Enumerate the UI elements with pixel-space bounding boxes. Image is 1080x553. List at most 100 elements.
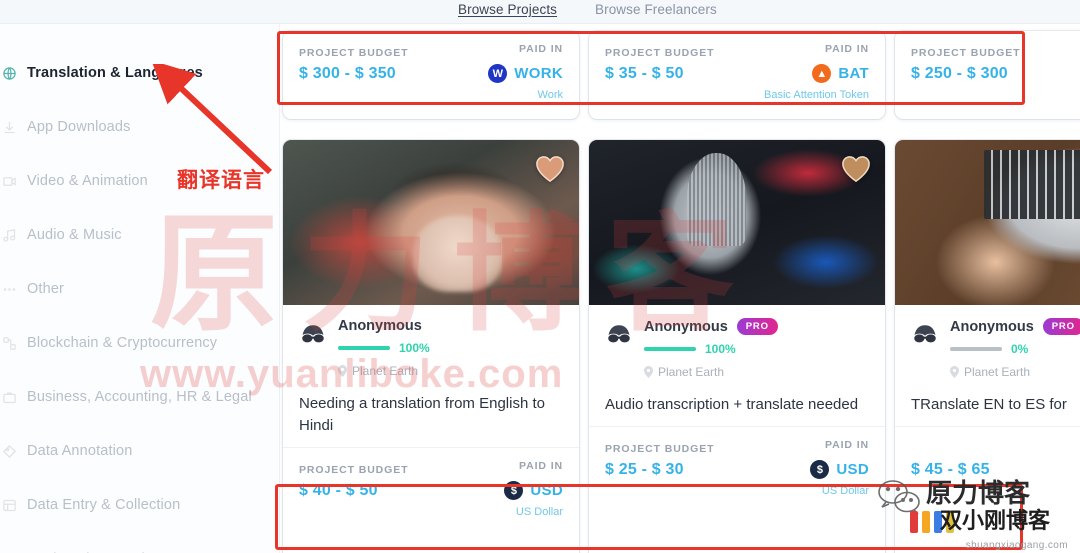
sidebar-item-data-annotation[interactable]: Data Annotation: [2, 436, 273, 466]
rating-row: 100%: [338, 341, 563, 355]
briefcase-icon: [2, 390, 17, 405]
project-card-body: Anonymous PRO 0% Planet Earth TRanslate …: [895, 305, 1080, 426]
tag-icon: [2, 444, 17, 459]
location-row: Planet Earth: [950, 365, 1080, 379]
budget-amount: $ 250 - $ 300: [911, 65, 1008, 82]
anonymous-avatar-icon: [911, 322, 939, 346]
paid-in-currency: ▲ BAT: [812, 64, 869, 83]
sidebar-item-label: Blockchain & Cryptocurrency: [27, 335, 218, 351]
sidebar-item-other[interactable]: Other: [3, 274, 273, 304]
usd-coin-icon: $: [810, 460, 830, 479]
sidebar-item-label: Video & Animation: [27, 173, 148, 189]
author-block: Anonymous PRO 100% Planet Earth: [605, 318, 869, 379]
pro-badge: PRO: [736, 318, 778, 335]
sidebar-item-audio-music[interactable]: Audio & Music: [3, 220, 273, 250]
sidebar-item-blockchain-cryptocurrency[interactable]: Blockchain & Cryptocurrency: [3, 328, 273, 358]
project-card-grid: PROJECT BUDGET PAID IN $ 300 - $ 350 W W…: [280, 24, 1080, 553]
rating-bar: [338, 346, 390, 350]
map-pin-icon: [644, 366, 653, 378]
paid-in-label: PAID IN: [518, 43, 563, 55]
anonymous-avatar-icon: [299, 322, 327, 346]
sidebar-item-engineering-science[interactable]: Engineering & Science: [7, 544, 273, 553]
map-pin-icon: [950, 366, 959, 378]
sidebar-item-data-entry-collection[interactable]: Data Entry & Collection: [3, 490, 273, 520]
map-pin-icon: [338, 365, 347, 377]
project-card-top-1[interactable]: PROJECT BUDGET PAID IN $ 300 - $ 350 W W…: [283, 31, 579, 119]
video-icon: [2, 174, 17, 189]
location-row: Planet Earth: [338, 364, 563, 378]
top-navigation-bar: Browse Projects Browse Freelancers: [0, 0, 1080, 24]
sidebar-item-label: Business, Accounting, HR & Legal: [27, 389, 252, 405]
author-name: Anonymous: [338, 318, 422, 334]
sidebar-item-label: App Downloads: [27, 119, 131, 135]
budget-section: PROJECT BUDGET PAID IN $ 40 - $ 50 $ USD…: [283, 447, 579, 521]
project-card-3[interactable]: Anonymous PRO 0% Planet Earth TRanslate …: [895, 140, 1080, 553]
table-icon: [2, 498, 17, 513]
nav-link-browse-projects[interactable]: Browse Projects: [458, 2, 557, 17]
budget-label: PROJECT BUDGET: [605, 47, 715, 59]
paid-in-currency: $ USD: [504, 481, 563, 500]
rating-percent: 100%: [399, 341, 430, 355]
currency-ticker: USD: [530, 482, 563, 499]
globe-icon: [2, 66, 17, 81]
project-card-top-2[interactable]: PROJECT BUDGET PAID IN $ 35 - $ 50 ▲ BAT…: [589, 31, 885, 119]
paid-in-label: PAID IN: [824, 43, 869, 55]
location-text: Planet Earth: [352, 364, 419, 378]
rating-percent: 0%: [1011, 342, 1029, 356]
sidebar-item-label: Data Entry & Collection: [27, 497, 181, 513]
currency-full-name: Basic Attention Token: [764, 89, 869, 101]
app-screenshot: Browse Projects Browse Freelancers Trans…: [0, 0, 1080, 553]
project-title[interactable]: TRanslate EN to ES for: [911, 394, 1080, 416]
budget-label: PROJECT BUDGET: [605, 443, 715, 455]
budget-amount: $ 300 - $ 350: [299, 65, 396, 82]
budget-amount: $ 35 - $ 50: [605, 65, 684, 82]
project-title[interactable]: Needing a translation from English to Hi…: [299, 393, 563, 437]
nav-link-browse-freelancers[interactable]: Browse Freelancers: [595, 2, 717, 17]
blockchain-icon: [2, 336, 17, 351]
project-card-body: Anonymous PRO 100% Planet Earth Audio tr…: [589, 305, 885, 426]
work-coin-icon: W: [488, 64, 508, 83]
budget-section: $ 45 - $ 65: [895, 426, 1080, 500]
rating-row: 0%: [950, 342, 1080, 356]
author-block: Anonymous PRO 0% Planet Earth: [911, 318, 1080, 379]
sidebar-item-label: Audio & Music: [27, 227, 122, 243]
project-card-1[interactable]: Anonymous 100% Planet Earth Needing a tr…: [283, 140, 579, 553]
heart-icon[interactable]: [535, 154, 565, 184]
pro-badge: PRO: [1042, 318, 1080, 335]
budget-label: PROJECT BUDGET: [299, 464, 409, 476]
rating-row: 100%: [644, 342, 869, 356]
paid-in-label: PAID IN: [518, 460, 563, 472]
author-block: Anonymous 100% Planet Earth: [299, 318, 563, 378]
anonymous-avatar-icon: [605, 322, 633, 346]
budget-section: PROJECT BUDGET $ 250 - $ 300: [895, 31, 1080, 105]
project-card-body: Anonymous 100% Planet Earth Needing a tr…: [283, 305, 579, 447]
budget-section: PROJECT BUDGET PAID IN $ 300 - $ 350 W W…: [283, 31, 579, 105]
author-name: Anonymous: [644, 318, 728, 335]
hands-typing-laptop-photo: [895, 140, 1080, 305]
budget-label: PROJECT BUDGET: [911, 47, 1021, 59]
rating-bar: [644, 347, 696, 351]
sidebar-item-business-accounting-hr-legal[interactable]: Business, Accounting, HR & Legal: [3, 382, 273, 412]
budget-amount: $ 25 - $ 30: [605, 461, 684, 478]
currency-full-name: US Dollar: [821, 485, 869, 497]
rating-bar: [950, 347, 1002, 351]
budget-amount: $ 40 - $ 50: [299, 482, 378, 499]
budget-section: PROJECT BUDGET PAID IN $ 25 - $ 30 $ USD…: [589, 426, 885, 500]
project-thumbnail: [895, 140, 1080, 305]
paid-in-currency: W WORK: [488, 64, 563, 83]
project-thumbnail: [589, 140, 885, 305]
paid-in-label: PAID IN: [824, 439, 869, 451]
budget-section: PROJECT BUDGET PAID IN $ 35 - $ 50 ▲ BAT…: [589, 31, 885, 105]
paid-in-currency: $ USD: [810, 460, 869, 479]
currency-ticker: WORK: [514, 65, 563, 82]
download-icon: [2, 120, 17, 135]
location-row: Planet Earth: [644, 365, 869, 379]
currency-full-name: Work: [537, 89, 563, 101]
project-card-top-3[interactable]: PROJECT BUDGET $ 250 - $ 300: [895, 31, 1080, 119]
sidebar-item-label: Data Annotation: [27, 443, 133, 459]
project-title[interactable]: Audio transcription + translate needed: [605, 394, 869, 416]
project-card-2[interactable]: Anonymous PRO 100% Planet Earth Audio tr…: [589, 140, 885, 553]
budget-label: PROJECT BUDGET: [299, 47, 409, 59]
budget-amount: $ 45 - $ 65: [911, 461, 990, 478]
heart-icon[interactable]: [841, 154, 871, 184]
